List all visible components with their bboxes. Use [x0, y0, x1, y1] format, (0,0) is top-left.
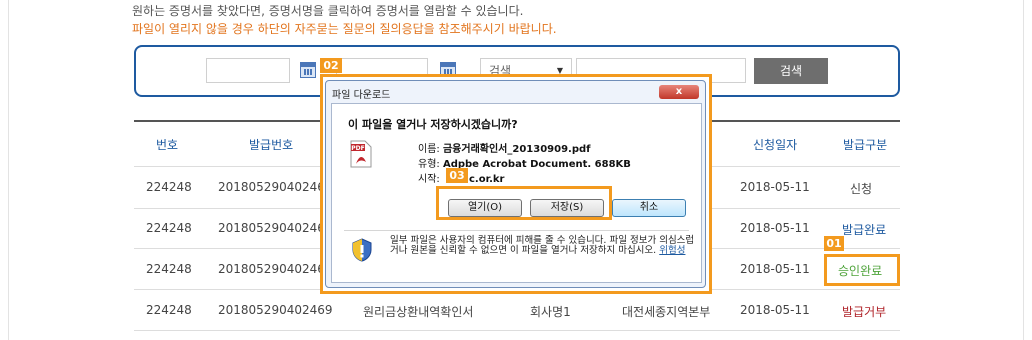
cell-no: 224248 — [146, 180, 192, 194]
close-icon[interactable]: x — [659, 85, 699, 99]
callout-02-badge: 02 — [320, 58, 342, 73]
cell-branch: 대전세종지역본부 — [622, 305, 711, 319]
risk-link[interactable]: 위험성 — [659, 245, 685, 256]
search-button[interactable]: 검색 — [754, 58, 828, 84]
cell-cert-name[interactable]: 원리금상환내역확인서 — [363, 303, 473, 320]
warning-text: 일부 파일은 사용자의 컴퓨터에 피해를 줄 수 있습니다. 파일 정보가 의심… — [390, 235, 695, 256]
dialog-title: 파일 다운로드 — [332, 90, 391, 101]
cell-issue-no: 201805290402469 — [218, 221, 333, 235]
cancel-button[interactable]: 취소 — [612, 199, 686, 217]
cell-status: 발급거부 — [842, 305, 887, 319]
security-warning: 일부 파일은 사용자의 컴퓨터에 피해를 줄 수 있습니다. 파일 정보가 의심… — [390, 236, 695, 256]
cell-company: 회사명1 — [530, 305, 571, 319]
file-source-value: c.or.kr — [468, 174, 505, 185]
file-name-row: 이름: 금융거래확인서_20130909.pdf — [418, 140, 591, 155]
col-header-no: 번호 — [156, 138, 179, 152]
dialog-question: 이 파일을 열거나 저장하시겠습니까? — [348, 118, 518, 131]
cell-no: 224248 — [146, 262, 192, 276]
start-date-input[interactable] — [206, 58, 290, 83]
intro-notice: 파일이 열리지 않을 경우 하단의 자주묻는 질문의 질의응답을 참조해주시기 … — [132, 22, 557, 36]
cell-date: 2018-05-11 — [740, 262, 810, 276]
cell-issue-no: 201805290402469 — [218, 180, 333, 194]
cell-issue-no: 201805290402469 — [218, 262, 333, 276]
col-header-date: 신청일자 — [753, 138, 798, 152]
file-source-label: 시작: — [418, 174, 440, 185]
col-header-status: 발급구분 — [843, 138, 888, 152]
cell-issue-no: 201805290402469 — [218, 303, 333, 317]
cell-date: 2018-05-11 — [740, 180, 810, 194]
col-header-issue-no: 발급번호 — [249, 138, 294, 152]
frame-right-border — [1023, 0, 1024, 340]
file-download-dialog: 파일 다운로드 x 이 파일을 열거나 저장하시겠습니까? PDF 이름: 금융… — [325, 80, 706, 288]
file-type-label: 유형: — [418, 159, 440, 170]
cell-no: 224248 — [146, 221, 192, 235]
pdf-file-icon: PDF — [350, 140, 372, 168]
callout-03-badge: 03 — [446, 168, 468, 183]
cell-date: 2018-05-11 — [740, 221, 810, 235]
dialog-separator — [344, 230, 689, 231]
row-divider — [134, 330, 900, 331]
calendar-icon[interactable] — [300, 62, 316, 78]
shield-icon — [352, 238, 372, 262]
file-name-value: 금융거래확인서_20130909.pdf — [442, 144, 591, 155]
intro-text: 원하는 증명서를 찾았다면, 증명서명을 클릭하여 증명서를 열람할 수 있습니… — [132, 4, 524, 18]
cell-date: 2018-05-11 — [740, 303, 810, 317]
cell-no: 224248 — [146, 303, 192, 317]
file-type-value: Adpbe Acrobat Document. 688KB — [442, 159, 631, 170]
cell-status[interactable]: 발급완료 — [842, 221, 886, 238]
callout-03-highlight — [436, 186, 612, 220]
file-name-label: 이름: — [418, 144, 440, 155]
callout-01-highlight — [824, 254, 900, 286]
frame-left-border — [8, 0, 9, 340]
callout-01-badge: 01 — [824, 236, 844, 251]
svg-text:PDF: PDF — [351, 145, 364, 152]
cell-status: 신청 — [850, 182, 873, 196]
